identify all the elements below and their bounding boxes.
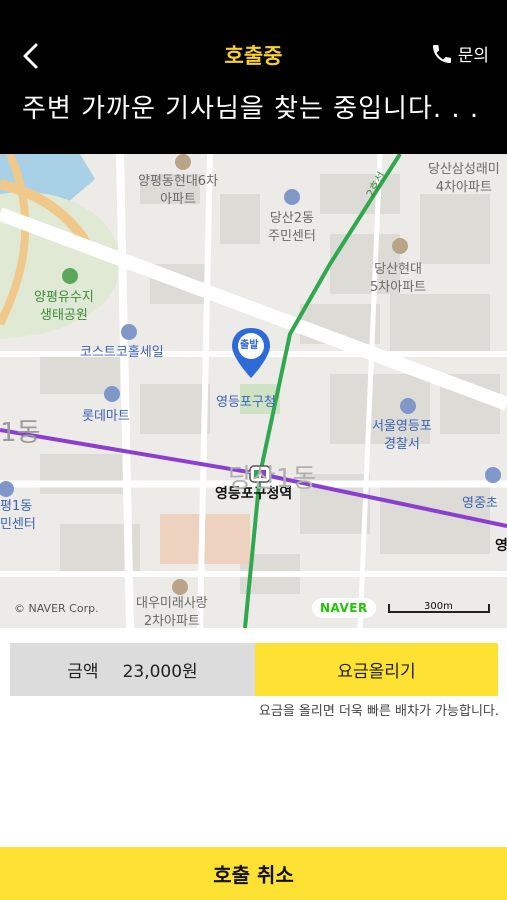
cancel-call-button[interactable]: 호출 취소 xyxy=(0,847,507,900)
map-label-district: 1동 xyxy=(0,418,41,448)
fare-amount-label: 금액 xyxy=(67,662,99,682)
map-label-pickup: 출발 xyxy=(240,340,259,351)
back-button[interactable] xyxy=(14,38,50,74)
map-label-store: 코스트코홀세일 xyxy=(80,345,164,360)
phone-icon xyxy=(432,44,451,63)
chevron-left-icon xyxy=(23,43,38,69)
fare-amount-box: 금액 23,000원 xyxy=(10,643,255,696)
map-label-school: 영중초 xyxy=(462,496,498,511)
map-canvas xyxy=(0,154,507,628)
fare-note: 요금을 올리면 더욱 빠른 배차가 가능합니다. xyxy=(258,704,499,719)
map-scale-label: 300m xyxy=(424,601,453,612)
map-label-police: 서울영등포 경찰서 xyxy=(372,419,432,452)
map-label-district-office: 영등포구청 xyxy=(216,395,276,410)
map-copyright: © NAVER Corp. xyxy=(14,602,99,615)
map-label-park: 양평유수지 생태공원 xyxy=(34,290,94,323)
map-label-apartment: 당산현대 5차아파트 xyxy=(370,262,427,295)
map-label-community-center: 당산2동 주민센터 xyxy=(268,211,316,244)
naver-logo: NAVER xyxy=(312,598,376,618)
map-label-community-center: 평1동 민센터 xyxy=(0,499,36,532)
fare-row: 금액 23,000원 요금올리기 xyxy=(10,643,498,696)
inquiry-label: 문의 xyxy=(457,46,489,66)
header-bar: 호출중 문의 주변 가까운 기사님을 찾는 중입니다. . . xyxy=(0,0,507,154)
inquiry-button[interactable]: 문의 xyxy=(430,41,489,66)
map-label-district: 당산1동 xyxy=(228,464,317,494)
status-message: 주변 가까운 기사님을 찾는 중입니다. . . xyxy=(22,94,480,124)
map-label-edge: 영 xyxy=(495,538,507,554)
map-view[interactable]: 출발 양평동현대6차 아파트 당산2동 주민센터 당산삼성래미 4차아파트 당산… xyxy=(0,154,507,628)
map-label-store: 롯데마트 xyxy=(82,409,130,424)
map-label-apartment: 대우미래사랑 2차아파트 xyxy=(136,596,208,628)
map-label-apartment: 양평동현대6차 아파트 xyxy=(138,174,219,207)
raise-fare-button[interactable]: 요금올리기 xyxy=(255,643,498,696)
fare-amount-value: 23,000원 xyxy=(122,662,198,682)
map-label-apartment: 당산삼성래미 4차아파트 xyxy=(428,162,500,195)
